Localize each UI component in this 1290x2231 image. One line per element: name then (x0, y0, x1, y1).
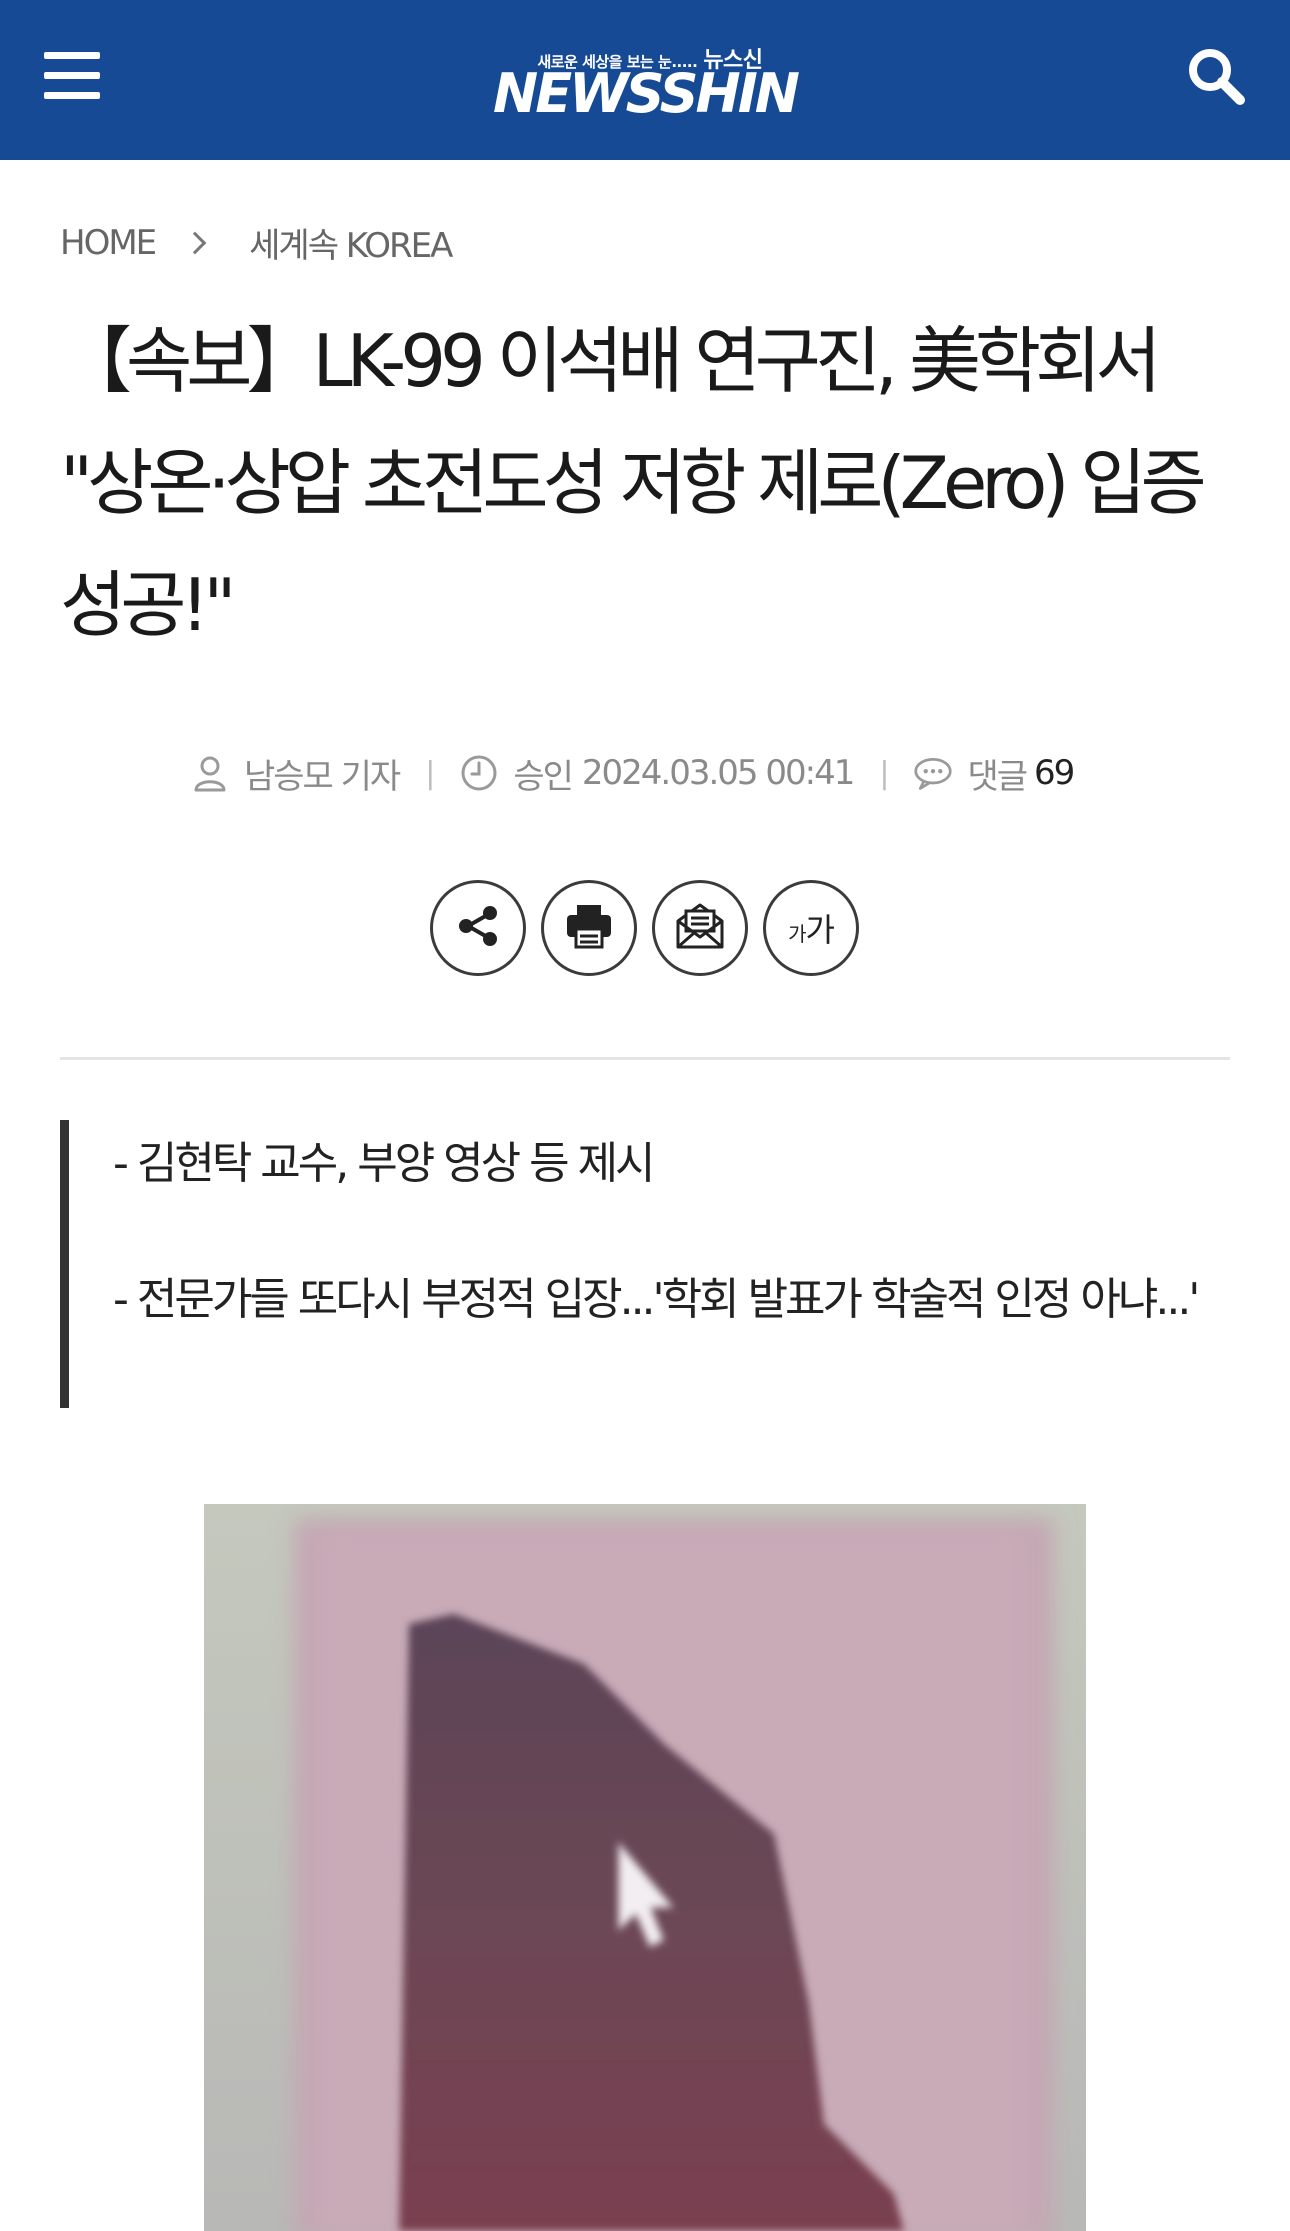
font-size-button[interactable]: 가가 (763, 880, 859, 976)
site-logo[interactable]: 새로운 세상을 보는 눈..... 뉴스신 NEWSSHIN (440, 36, 850, 126)
article-photo[interactable] (204, 1504, 1086, 2231)
font-size-icon: 가가 (788, 905, 835, 951)
meta-divider: | (879, 755, 889, 791)
clock-icon (459, 753, 499, 793)
summary-line: - 전문가들 또다시 부정적 입장...'학회 발표가 학술적 인정 아냐...… (113, 1274, 1200, 1325)
breadcrumb-section[interactable]: 세계속 KOREA (249, 218, 453, 267)
approved-datetime: 2024.03.05 00:41 (581, 753, 855, 793)
print-button[interactable] (541, 880, 637, 976)
chevron-right-icon (183, 231, 207, 254)
font-size-big-label: 가 (805, 911, 834, 949)
meta-divider: | (425, 755, 435, 791)
breadcrumb-home[interactable]: HOME (60, 223, 157, 263)
search-icon[interactable] (1184, 44, 1248, 108)
summary-line: - 김현탁 교수, 부양 영상 등 제시 (113, 1138, 656, 1189)
email-button[interactable] (652, 880, 748, 976)
comments-label[interactable]: 댓글 (967, 749, 1028, 798)
article-tools: 가가 (430, 880, 874, 976)
share-button[interactable] (430, 880, 526, 976)
approved-label: 승인 (513, 756, 574, 797)
levitation-sample-photo (204, 1504, 1086, 2231)
top-header: 새로운 세상을 보는 눈..... 뉴스신 NEWSSHIN (0, 0, 1290, 160)
share-icon (453, 901, 503, 955)
font-size-small-label: 가 (788, 922, 806, 946)
email-icon (673, 901, 727, 955)
article-title: 【속보】LK-99 이석배 연구진, 美학회서 "상온·상압 초전도성 저항 제… (60, 319, 1207, 647)
reporter-name[interactable]: 남승모 기자 (244, 749, 401, 798)
content-divider (60, 1057, 1230, 1060)
article-meta: 남승모 기자 | 승인 2024.03.05 00:41 | 댓글 69 (190, 745, 1150, 801)
hamburger-menu-icon[interactable] (44, 52, 100, 100)
print-icon (563, 901, 615, 955)
user-icon (190, 753, 230, 793)
comments-count[interactable]: 69 (1034, 753, 1075, 793)
breadcrumb: HOME 세계속 KOREA (60, 218, 453, 267)
article-summary: - 김현탁 교수, 부양 영상 등 제시 - 전문가들 또다시 부정적 입장..… (60, 1120, 1230, 1408)
logo-wordmark: NEWSSHIN (493, 62, 800, 125)
comment-icon (913, 753, 953, 793)
